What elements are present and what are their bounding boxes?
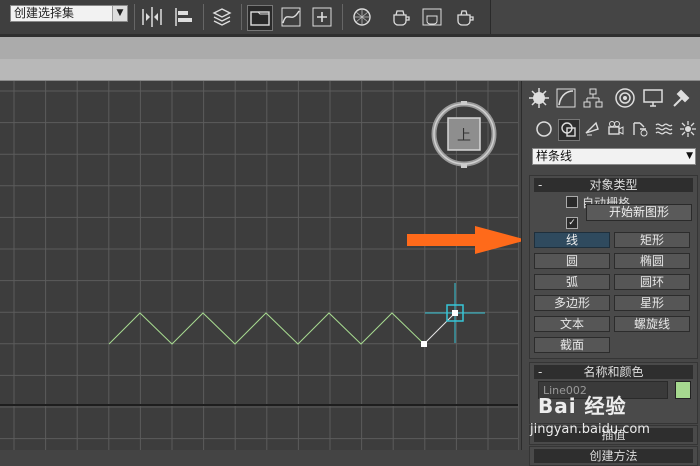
material-editor-icon[interactable] bbox=[350, 5, 374, 29]
geometry-icon[interactable] bbox=[534, 119, 554, 139]
category-value: 样条线 bbox=[536, 149, 573, 163]
collapse-toggle[interactable]: - bbox=[538, 365, 542, 379]
spline-vertex[interactable] bbox=[421, 341, 427, 347]
viewcube-north-tick bbox=[461, 101, 467, 105]
scene-explorer-icon[interactable] bbox=[247, 5, 273, 31]
main-toolbar: 创建选择集 ▼ bbox=[0, 0, 700, 34]
helix-button[interactable]: 螺旋线 bbox=[614, 316, 690, 332]
creation-method-rollout: 创建方法 bbox=[529, 446, 698, 466]
motion-icon[interactable] bbox=[614, 87, 636, 109]
ribbon-strip bbox=[0, 34, 700, 59]
creation-method-header[interactable]: 创建方法 bbox=[534, 449, 693, 463]
render-frame-icon[interactable] bbox=[420, 5, 444, 29]
rollout-title: 名称和颜色 bbox=[583, 365, 644, 379]
chevron-down-icon[interactable]: ▼ bbox=[112, 6, 127, 21]
display-icon[interactable] bbox=[642, 87, 664, 109]
donut-button[interactable]: 圆环 bbox=[614, 274, 690, 290]
viewcube[interactable]: 上 bbox=[431, 101, 497, 168]
rectangle-button[interactable]: 矩形 bbox=[614, 232, 690, 248]
start-new-shape-checkbox[interactable]: ✓ bbox=[566, 217, 578, 229]
watermark-logo: Bai 经验 bbox=[538, 394, 627, 418]
ellipse-button[interactable]: 椭圆 bbox=[614, 253, 690, 269]
toolbar-separator bbox=[203, 4, 204, 30]
toolbar-separator bbox=[342, 4, 343, 30]
cameras-icon[interactable] bbox=[606, 119, 626, 139]
watermark: Bai 经验 jingyan.baidu.com bbox=[530, 386, 700, 446]
top-viewport[interactable]: 上 bbox=[0, 81, 519, 450]
chevron-down-icon[interactable]: ▼ bbox=[686, 149, 693, 164]
spacewarps-icon[interactable] bbox=[654, 119, 674, 139]
arc-button[interactable]: 弧 bbox=[534, 274, 610, 290]
rollout-title: 对象类型 bbox=[589, 178, 638, 192]
utilities-icon[interactable] bbox=[670, 87, 692, 109]
align-icon[interactable] bbox=[172, 5, 196, 29]
watermark-url: jingyan.baidu.com bbox=[530, 422, 650, 437]
hierarchy-icon[interactable] bbox=[582, 87, 604, 109]
name-and-color-header[interactable]: - 名称和颜色 bbox=[534, 365, 693, 379]
collapse-toggle[interactable]: - bbox=[538, 178, 542, 192]
start-new-shape-button[interactable]: 开始新图形 bbox=[586, 204, 692, 221]
viewcube-face-label: 上 bbox=[457, 128, 471, 144]
arrow-pointer-icon bbox=[407, 226, 527, 254]
systems-icon[interactable] bbox=[678, 119, 698, 139]
category-dropdown[interactable]: 样条线 ▼ bbox=[532, 148, 696, 165]
object-type-header[interactable]: - 对象类型 bbox=[534, 178, 693, 192]
named-selection-value: 创建选择集 bbox=[14, 6, 75, 20]
viewport-label-bar bbox=[0, 59, 700, 81]
viewcube-south-tick bbox=[461, 164, 467, 168]
line-button[interactable]: 线 bbox=[534, 232, 610, 248]
schematic-view-icon[interactable] bbox=[310, 5, 334, 29]
home-grid bbox=[0, 81, 518, 450]
curve-editor-icon[interactable] bbox=[279, 5, 303, 29]
spline-rubber-band bbox=[423, 312, 456, 345]
helpers-icon[interactable] bbox=[630, 119, 650, 139]
text-button[interactable]: 文本 bbox=[534, 316, 610, 332]
star-button[interactable]: 星形 bbox=[614, 295, 690, 311]
named-selection-dropdown[interactable]: 创建选择集 ▼ bbox=[10, 5, 128, 22]
auto-grid-checkbox[interactable] bbox=[566, 196, 578, 208]
create-icon[interactable] bbox=[528, 87, 550, 109]
shapes-icon[interactable] bbox=[558, 119, 580, 141]
render-icon[interactable] bbox=[453, 5, 477, 29]
render-setup-icon[interactable] bbox=[388, 5, 412, 29]
toolbar-separator bbox=[241, 4, 242, 30]
modify-icon[interactable] bbox=[555, 87, 577, 109]
object-type-rollout: - 对象类型 自动栅格 ✓ 开始新图形 线 矩形 圆 椭圆 弧 圆环 多边形 星… bbox=[529, 175, 698, 359]
viewport-canvas[interactable]: 上 bbox=[0, 81, 518, 450]
section-button[interactable]: 截面 bbox=[534, 337, 610, 353]
lights-icon[interactable] bbox=[582, 119, 602, 139]
layer-manager-icon[interactable] bbox=[210, 5, 234, 29]
toolbar-separator bbox=[134, 4, 135, 30]
start-new-shape-checkbox-row[interactable]: ✓ bbox=[566, 213, 582, 229]
mirror-icon[interactable] bbox=[140, 5, 164, 29]
circle-button[interactable]: 圆 bbox=[534, 253, 610, 269]
ngon-button[interactable]: 多边形 bbox=[534, 295, 610, 311]
